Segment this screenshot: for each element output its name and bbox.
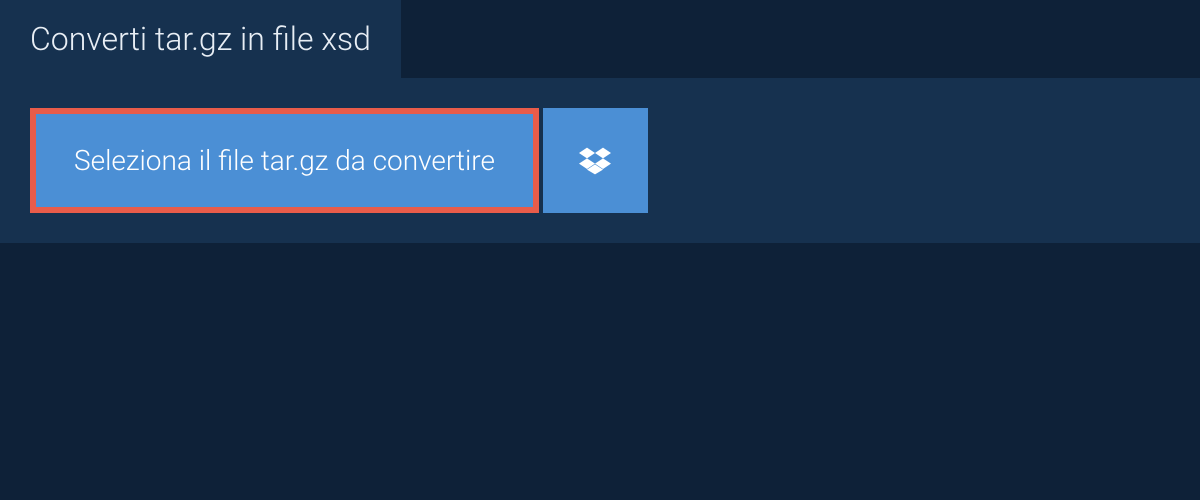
- content-area: Seleziona il file tar.gz da convertire: [0, 78, 1200, 243]
- tab-header: Converti tar.gz in file xsd: [0, 0, 401, 78]
- page-title: Converti tar.gz in file xsd: [30, 20, 371, 58]
- dropbox-button[interactable]: [543, 108, 648, 213]
- dropbox-icon: [579, 145, 611, 177]
- select-file-label: Seleziona il file tar.gz da convertire: [74, 144, 495, 177]
- select-file-button[interactable]: Seleziona il file tar.gz da convertire: [30, 108, 539, 213]
- button-row: Seleziona il file tar.gz da convertire: [30, 108, 1170, 213]
